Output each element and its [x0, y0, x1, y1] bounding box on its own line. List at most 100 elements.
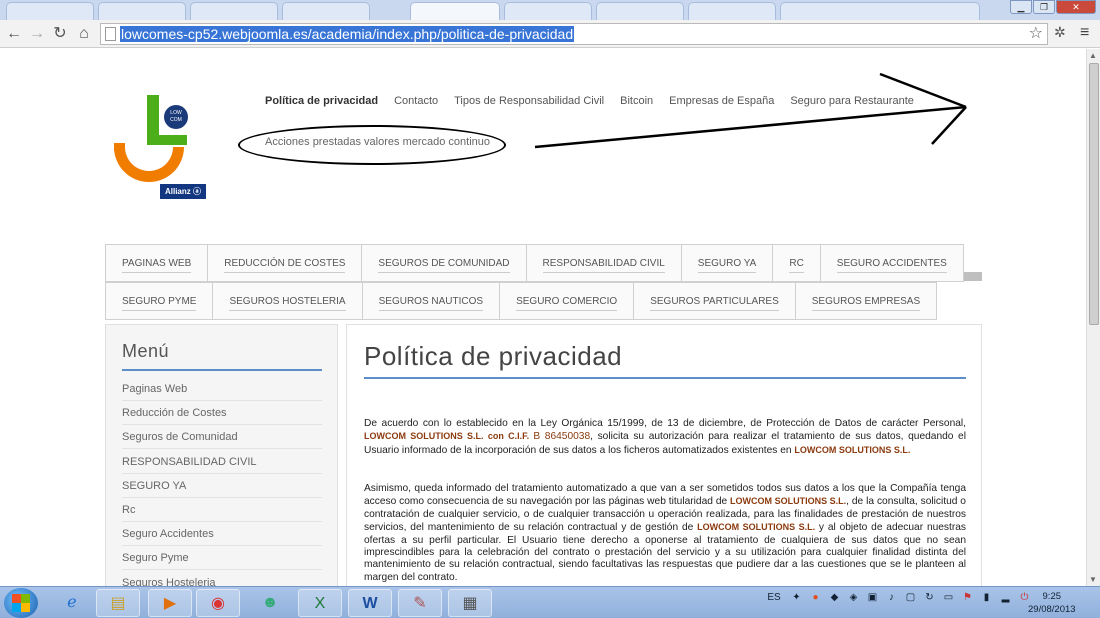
- sidebar-title: Menú: [122, 341, 170, 361]
- main-menu-item[interactable]: SEGURO ACCIDENTES: [819, 244, 964, 282]
- browser-tab-active[interactable]: [410, 2, 500, 20]
- sidebar-item[interactable]: Rc: [122, 498, 322, 522]
- annotation-arrow: [534, 72, 967, 149]
- sidebar-item[interactable]: Seguro Accidentes: [122, 522, 322, 547]
- page-scrollbar[interactable]: ▲ ▼: [1086, 49, 1100, 586]
- star-icon[interactable]: ☆: [1029, 24, 1043, 44]
- main-menu-item[interactable]: SEGURO PYME: [105, 282, 213, 320]
- tray-device-icon[interactable]: ▢: [904, 591, 917, 604]
- browser-tab[interactable]: [6, 2, 94, 20]
- system-clock[interactable]: 9:25 29/08/2013: [1028, 590, 1076, 616]
- allianz-logo: Allianz ⓐ: [160, 184, 206, 199]
- forward-icon[interactable]: →: [27, 24, 47, 44]
- logo-orange-arc: [114, 147, 184, 182]
- tray-network-icon[interactable]: ✦: [790, 591, 803, 604]
- windows-taskbar: ℯ ▤ ▶ ◉ ☻ X W ✎ ▦ ES ✦ ● ◆ ◈ ▣ ♪ ▢ ↻ ▭ ⚑…: [0, 586, 1100, 618]
- chrome-icon[interactable]: ◉: [196, 589, 240, 617]
- clock-date: 29/08/2013: [1028, 604, 1076, 615]
- logo-badge-line2: COM: [170, 117, 182, 123]
- url-text[interactable]: lowcomes-cp52.webjoomla.es/academia/inde…: [120, 26, 575, 42]
- main-menu-item[interactable]: SEGUROS NAUTICOS: [361, 282, 500, 320]
- main-menu-item[interactable]: SEGUROS DE COMUNIDAD: [361, 244, 526, 282]
- browser-tab[interactable]: [98, 2, 186, 20]
- close-icon[interactable]: ✕: [1056, 0, 1096, 14]
- internet-explorer-icon[interactable]: ℯ: [50, 589, 94, 617]
- browser-tab[interactable]: [282, 2, 370, 20]
- company-name: LOWCOM SOLUTIONS S.L.: [794, 444, 911, 455]
- main-menu-item[interactable]: RC: [772, 244, 820, 282]
- main-menu-item[interactable]: SEGURO COMERCIO: [499, 282, 634, 320]
- sidebar-menu: Menú Paginas Web Reducción de Costes Segur…: [105, 324, 338, 586]
- sidebar-item[interactable]: Seguros Hosteleria: [122, 571, 322, 586]
- browser-tab[interactable]: [780, 2, 980, 20]
- main-content: Política de privacidad De acuerdo con lo…: [346, 324, 982, 586]
- company-name: LOWCOM SOLUTIONS S.L.: [730, 496, 847, 507]
- back-icon[interactable]: ←: [4, 24, 24, 44]
- extension-icon[interactable]: ✲: [1054, 24, 1066, 41]
- start-button[interactable]: [4, 588, 38, 618]
- p1-text-a: De acuerdo con lo establecido en la Ley …: [364, 418, 966, 429]
- main-menu-item[interactable]: SEGURO YA: [680, 244, 773, 282]
- tray-sync-icon[interactable]: ↻: [923, 591, 936, 604]
- clock-time: 9:25: [1042, 591, 1062, 602]
- media-player-icon[interactable]: ▶: [148, 589, 192, 617]
- web-page: LOW COM Allianz ⓐ Política de privacidad…: [0, 49, 1086, 586]
- windows-logo-icon: [12, 594, 30, 612]
- sidebar-item[interactable]: RESPONSABILIDAD CIVIL: [122, 450, 322, 474]
- sidebar-item[interactable]: Seguro Pyme: [122, 546, 322, 571]
- excel-icon[interactable]: X: [298, 589, 342, 617]
- browser-tab[interactable]: [688, 2, 776, 20]
- tray-update-icon[interactable]: ◈: [847, 591, 860, 604]
- battery-icon[interactable]: ▮: [980, 591, 993, 604]
- topnav-item[interactable]: Contacto: [394, 95, 438, 107]
- system-tray: ES ✦ ● ◆ ◈ ▣ ♪ ▢ ↻ ▭ ⚑ ▮ ▂ ⏻: [764, 591, 1037, 604]
- file-explorer-icon[interactable]: ▤: [96, 589, 140, 617]
- menu-icon[interactable]: ≡: [1080, 24, 1089, 42]
- privacy-paragraph-2: Asimismo, queda informado del tratamient…: [364, 483, 966, 584]
- signal-icon[interactable]: ▂: [999, 591, 1012, 604]
- scroll-thumb[interactable]: [1089, 63, 1099, 325]
- topnav-item[interactable]: Política de privacidad: [265, 95, 378, 107]
- scroll-down-icon[interactable]: ▼: [1089, 575, 1097, 584]
- word-icon[interactable]: W: [348, 589, 392, 617]
- main-menu-item[interactable]: REDUCCIÓN DE COSTES: [207, 244, 362, 282]
- language-indicator[interactable]: ES: [764, 591, 784, 604]
- main-menu-item[interactable]: RESPONSABILIDAD CIVIL: [525, 244, 681, 282]
- logo-badge-line1: LOW: [170, 110, 182, 116]
- tray-monitor-icon[interactable]: ▭: [942, 591, 955, 604]
- main-menu-item[interactable]: PAGINAS WEB: [105, 244, 208, 282]
- sidebar-item[interactable]: Reducción de Costes: [122, 401, 322, 426]
- title-divider: [364, 377, 966, 379]
- browser-tab[interactable]: [596, 2, 684, 20]
- browser-tab[interactable]: [190, 2, 278, 20]
- sidebar-item[interactable]: SEGURO YA: [122, 474, 322, 498]
- tray-flag-icon[interactable]: ⚑: [961, 591, 974, 604]
- tray-app-icon[interactable]: ▣: [866, 591, 879, 604]
- browser-tab[interactable]: [504, 2, 592, 20]
- users-icon[interactable]: ☻: [248, 589, 292, 617]
- main-menu-item[interactable]: SEGUROS PARTICULARES: [633, 282, 795, 320]
- logo-green-foot: [147, 135, 187, 145]
- paint-icon[interactable]: ✎: [398, 589, 442, 617]
- address-bar[interactable]: lowcomes-cp52.webjoomla.es/academia/inde…: [100, 23, 1048, 45]
- maximize-icon[interactable]: ❐: [1033, 0, 1055, 14]
- main-menu-row1: PAGINAS WEB REDUCCIÓN DE COSTES SEGUROS DE…: [105, 244, 964, 282]
- tray-security-icon[interactable]: ◆: [828, 591, 841, 604]
- sidebar-divider: [122, 369, 322, 371]
- home-icon[interactable]: ⌂: [74, 24, 94, 44]
- sidebar-item[interactable]: Seguros de Comunidad: [122, 425, 322, 450]
- main-menu-item[interactable]: SEGUROS HOSTELERIA: [212, 282, 362, 320]
- main-menu-row2: SEGURO PYME SEGUROS HOSTELERIA SEGUROS NAU…: [105, 282, 938, 320]
- privacy-paragraph-1: De acuerdo con lo establecido en la Ley …: [364, 418, 966, 457]
- calculator-icon[interactable]: ▦: [448, 589, 492, 617]
- main-menu-item[interactable]: SEGUROS EMPRESAS: [794, 282, 938, 320]
- company-name: LOWCOM SOLUTIONS S.L.: [364, 431, 484, 442]
- volume-icon[interactable]: ♪: [885, 591, 898, 604]
- site-logo[interactable]: LOW COM Allianz ⓐ: [112, 95, 208, 201]
- tray-alert-icon[interactable]: ●: [809, 591, 822, 604]
- cif-label: con C.I.F.: [483, 431, 534, 442]
- sidebar-item[interactable]: Paginas Web: [122, 377, 322, 401]
- minimize-icon[interactable]: ▁: [1010, 0, 1032, 14]
- reload-icon[interactable]: ↻: [50, 24, 70, 44]
- scroll-up-icon[interactable]: ▲: [1089, 51, 1097, 60]
